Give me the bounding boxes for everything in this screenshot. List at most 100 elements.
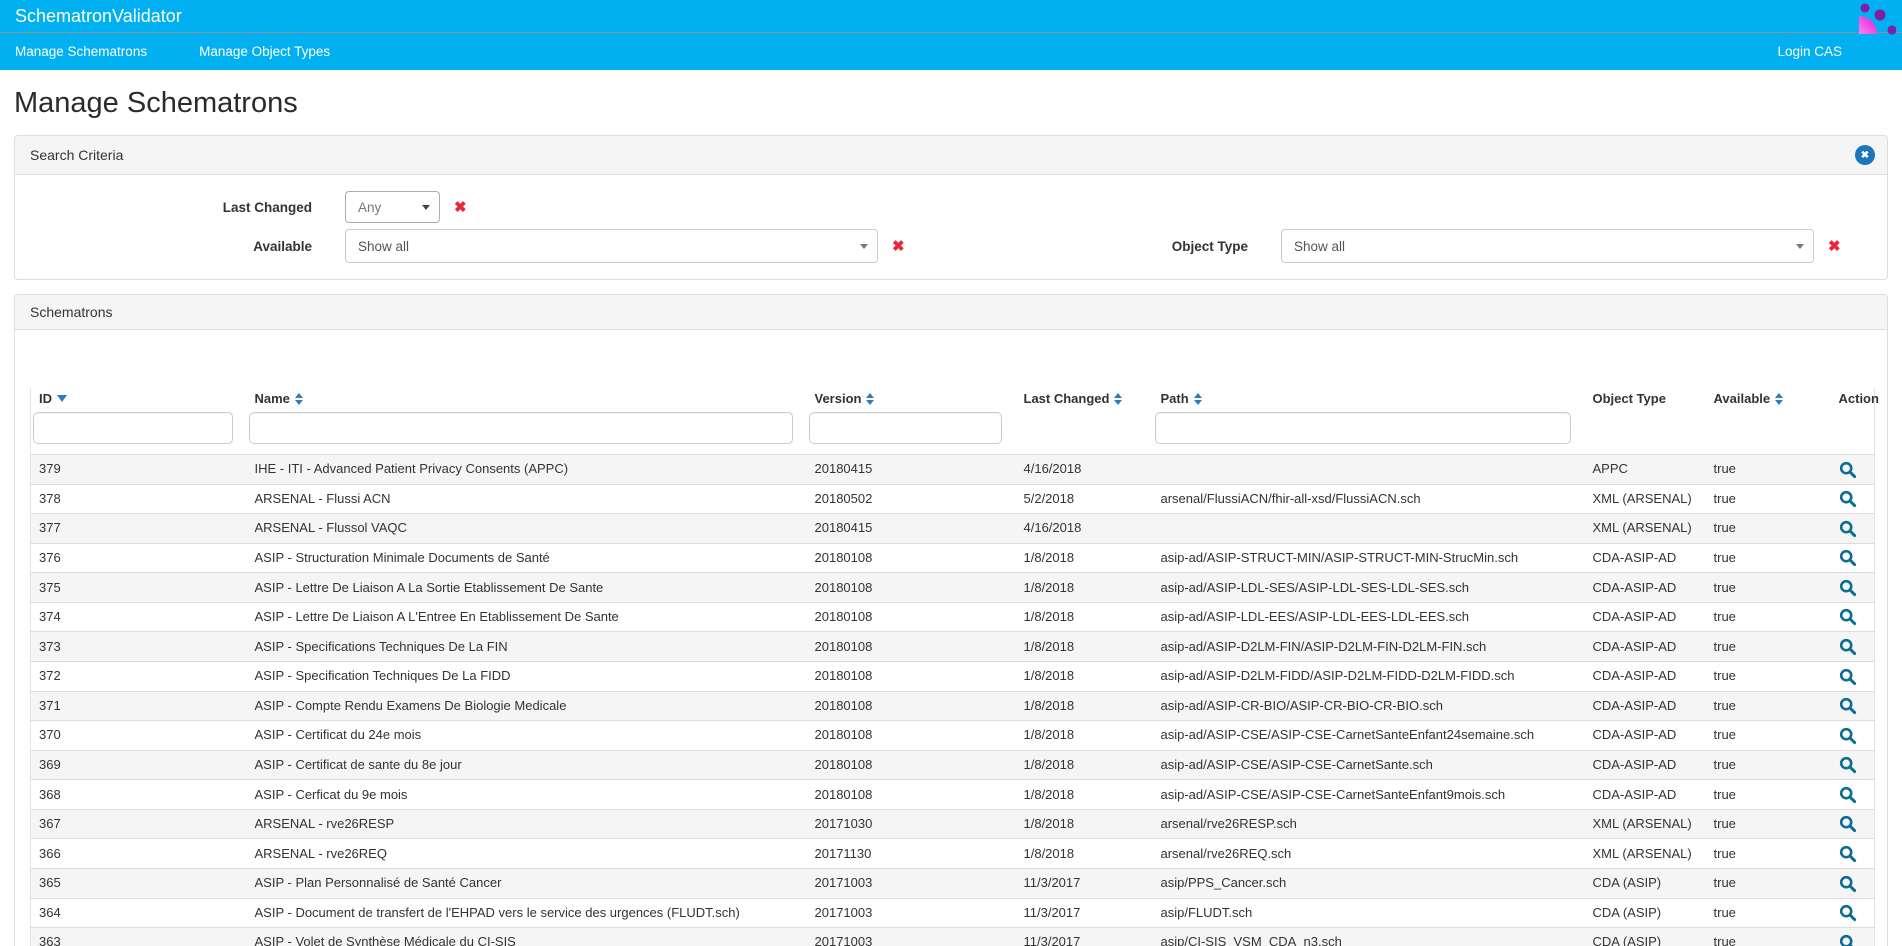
cell-path: asip-ad/ASIP-CSE/ASIP-CSE-CarnetSanteEnf… bbox=[1153, 721, 1585, 751]
column-header-version[interactable]: Version bbox=[807, 388, 1016, 410]
filter-cell-path bbox=[1153, 410, 1585, 455]
cell-action bbox=[1831, 868, 1875, 898]
magnifier-icon[interactable] bbox=[1839, 579, 1857, 597]
cell-version: 20171003 bbox=[807, 928, 1016, 946]
cell-path: asip/PPS_Cancer.sch bbox=[1153, 868, 1585, 898]
cell-available: true bbox=[1706, 543, 1831, 573]
magnifier-icon[interactable] bbox=[1839, 786, 1857, 804]
filter-cell-available bbox=[1706, 410, 1831, 455]
table-row: 376ASIP - Structuration Minimale Documen… bbox=[31, 543, 1875, 573]
cell-action bbox=[1831, 780, 1875, 810]
cell-object-type: XML (ARSENAL) bbox=[1585, 484, 1706, 514]
filter-name-input[interactable] bbox=[249, 412, 793, 444]
top-navbar: SchematronValidator bbox=[0, 0, 1902, 33]
magnifier-icon[interactable] bbox=[1839, 727, 1857, 745]
magnifier-icon[interactable] bbox=[1839, 461, 1857, 479]
magnifier-icon[interactable] bbox=[1839, 875, 1857, 893]
magnifier-icon[interactable] bbox=[1839, 845, 1857, 863]
magnifier-icon[interactable] bbox=[1839, 520, 1857, 538]
cell-id: 378 bbox=[31, 484, 247, 514]
table-row: 370ASIP - Certificat du 24e mois20180108… bbox=[31, 721, 1875, 751]
object-type-select[interactable]: Show all bbox=[1281, 229, 1814, 263]
collapse-panel-icon[interactable]: ✖ bbox=[1855, 145, 1875, 165]
magnifier-icon[interactable] bbox=[1839, 638, 1857, 656]
column-header-name[interactable]: Name bbox=[247, 388, 807, 410]
column-label[interactable]: Version bbox=[815, 391, 862, 406]
cell-name: ASIP - Plan Personnalisé de Santé Cancer bbox=[247, 868, 807, 898]
clear-last-changed-icon[interactable]: ✖ bbox=[454, 200, 467, 215]
column-header-last-changed[interactable]: Last Changed bbox=[1016, 388, 1153, 410]
available-label: Available bbox=[30, 239, 345, 254]
search-criteria-header: Search Criteria ✖ bbox=[15, 136, 1887, 175]
nav-item-manage-schematrons[interactable]: Manage Schematrons bbox=[15, 44, 147, 59]
schematron-table-body: 379IHE - ITI - Advanced Patient Privacy … bbox=[31, 455, 1875, 946]
table-row: 369ASIP - Certificat de sante du 8e jour… bbox=[31, 750, 1875, 780]
magnifier-icon[interactable] bbox=[1839, 934, 1857, 946]
cell-last-changed: 1/8/2018 bbox=[1016, 839, 1153, 869]
column-header-action: Action bbox=[1831, 388, 1875, 410]
table-row: 379IHE - ITI - Advanced Patient Privacy … bbox=[31, 455, 1875, 485]
column-label[interactable]: Name bbox=[255, 391, 290, 406]
cell-path bbox=[1153, 455, 1585, 485]
cell-version: 20180108 bbox=[807, 662, 1016, 692]
cell-available: true bbox=[1706, 750, 1831, 780]
cell-object-type: CDA-ASIP-AD bbox=[1585, 662, 1706, 692]
cell-last-changed: 1/8/2018 bbox=[1016, 602, 1153, 632]
nav-menu: Manage Schematrons Manage Object Types L… bbox=[0, 33, 1902, 70]
clear-available-icon[interactable]: ✖ bbox=[892, 239, 905, 254]
cell-path: asip/FLUDT.sch bbox=[1153, 898, 1585, 928]
filter-cell-version bbox=[807, 410, 1016, 455]
cell-last-changed: 4/16/2018 bbox=[1016, 514, 1153, 544]
cell-version: 20180415 bbox=[807, 455, 1016, 485]
cell-id: 365 bbox=[31, 868, 247, 898]
column-label[interactable]: ID bbox=[39, 391, 52, 406]
magnifier-icon[interactable] bbox=[1839, 668, 1857, 686]
search-criteria-body: Last Changed Any ✖ Available Show all ✖ bbox=[15, 175, 1887, 279]
cell-available: true bbox=[1706, 455, 1831, 485]
clear-object-type-icon[interactable]: ✖ bbox=[1828, 239, 1841, 254]
cell-action bbox=[1831, 898, 1875, 928]
magnifier-icon[interactable] bbox=[1839, 904, 1857, 922]
cell-last-changed: 1/8/2018 bbox=[1016, 780, 1153, 810]
column-header-available[interactable]: Available bbox=[1706, 388, 1831, 410]
cell-name: ASIP - Certificat du 24e mois bbox=[247, 721, 807, 751]
cell-name: ASIP - Volet de Synthèse Médicale du CI-… bbox=[247, 928, 807, 946]
cell-name: ASIP - Compte Rendu Examens De Biologie … bbox=[247, 691, 807, 721]
magnifier-icon[interactable] bbox=[1839, 756, 1857, 774]
filter-id-input[interactable] bbox=[33, 412, 233, 444]
magnifier-icon[interactable] bbox=[1839, 608, 1857, 626]
cell-object-type: CDA-ASIP-AD bbox=[1585, 750, 1706, 780]
cell-last-changed: 11/3/2017 bbox=[1016, 898, 1153, 928]
cell-available: true bbox=[1706, 898, 1831, 928]
cell-object-type: CDA-ASIP-AD bbox=[1585, 602, 1706, 632]
chevron-down-icon bbox=[860, 244, 868, 249]
cell-last-changed: 11/3/2017 bbox=[1016, 928, 1153, 946]
cell-version: 20180108 bbox=[807, 573, 1016, 603]
cell-action bbox=[1831, 662, 1875, 692]
magnifier-icon[interactable] bbox=[1839, 815, 1857, 833]
cell-object-type: CDA-ASIP-AD bbox=[1585, 721, 1706, 751]
cell-name: ASIP - Specification Techniques De La FI… bbox=[247, 662, 807, 692]
table-row: 368ASIP - Cerficat du 9e mois201801081/8… bbox=[31, 780, 1875, 810]
filter-cell-action bbox=[1831, 410, 1875, 455]
nav-item-login-cas[interactable]: Login CAS bbox=[1777, 44, 1842, 59]
magnifier-icon[interactable] bbox=[1839, 549, 1857, 567]
column-header-id[interactable]: ID bbox=[31, 388, 247, 410]
cell-name: ASIP - Specifications Techniques De La F… bbox=[247, 632, 807, 662]
column-label: Object Type bbox=[1593, 391, 1666, 406]
last-changed-select[interactable]: Any bbox=[345, 191, 440, 223]
column-label[interactable]: Path bbox=[1161, 391, 1189, 406]
filter-path-input[interactable] bbox=[1155, 412, 1571, 444]
magnifier-icon[interactable] bbox=[1839, 490, 1857, 508]
cell-version: 20180108 bbox=[807, 721, 1016, 751]
filter-version-input[interactable] bbox=[809, 412, 1002, 444]
nav-item-manage-object-types[interactable]: Manage Object Types bbox=[199, 44, 330, 59]
cell-id: 377 bbox=[31, 514, 247, 544]
available-select[interactable]: Show all bbox=[345, 229, 878, 263]
magnifier-icon[interactable] bbox=[1839, 697, 1857, 715]
cell-name: ASIP - Structuration Minimale Documents … bbox=[247, 543, 807, 573]
cell-id: 373 bbox=[31, 632, 247, 662]
column-label[interactable]: Last Changed bbox=[1024, 391, 1110, 406]
column-header-path[interactable]: Path bbox=[1153, 388, 1585, 410]
column-label[interactable]: Available bbox=[1714, 391, 1771, 406]
